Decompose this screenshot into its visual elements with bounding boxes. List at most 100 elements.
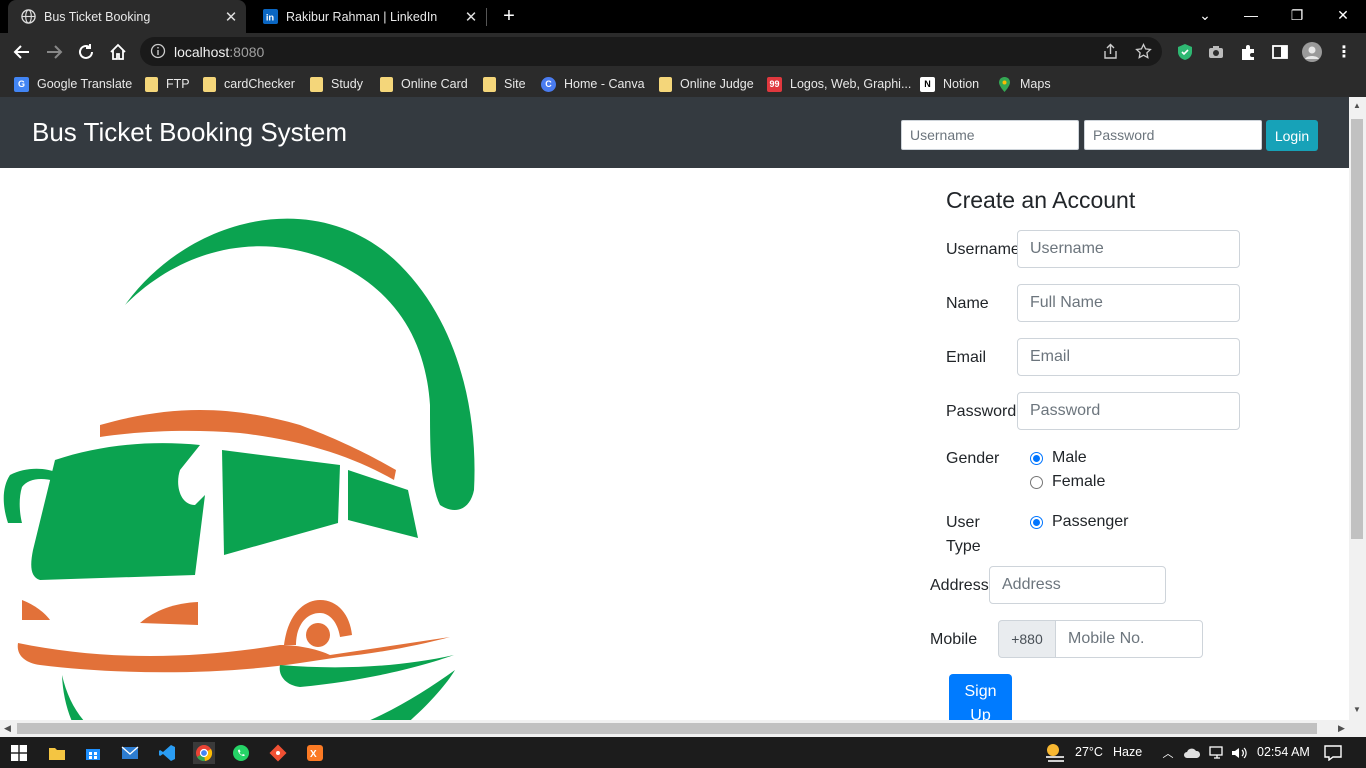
side-panel-icon[interactable]: [1270, 42, 1290, 62]
folder-icon: [145, 76, 158, 92]
chevron-up-icon[interactable]: ︿: [1157, 742, 1179, 764]
scroll-left-icon[interactable]: ◀: [4, 723, 11, 734]
address-bar[interactable]: localhost:8080: [140, 37, 1162, 66]
radio-selected-icon: [1030, 451, 1043, 465]
network-icon[interactable]: [1206, 742, 1228, 764]
user-type-passenger-radio[interactable]: Passenger: [1030, 513, 1129, 531]
xampp-icon[interactable]: X: [304, 742, 326, 764]
sign-up-button[interactable]: Sign Up: [949, 674, 1012, 720]
git-icon[interactable]: [267, 742, 289, 764]
radio-label: Female: [1052, 473, 1106, 490]
bookmark-study[interactable]: Study: [310, 75, 363, 93]
user-type-label-line2: Type: [946, 538, 981, 555]
bookmark-logos[interactable]: 99 Logos, Web, Graphi...: [767, 75, 911, 93]
browser-toolbar: localhost:8080 ⋮: [0, 33, 1366, 71]
bookmark-label: Site: [504, 77, 526, 91]
address-label: Address: [930, 577, 989, 594]
password-input[interactable]: [1017, 392, 1240, 430]
share-icon[interactable]: [1102, 43, 1119, 65]
full-name-input[interactable]: [1017, 284, 1240, 322]
login-button[interactable]: Login: [1266, 120, 1318, 151]
bookmark-ftp[interactable]: FTP: [145, 75, 190, 93]
scroll-right-icon[interactable]: ▶: [1338, 723, 1345, 734]
bookmark-site[interactable]: Site: [483, 75, 526, 93]
menu-kebab-icon[interactable]: ⋮: [1334, 42, 1354, 62]
reload-icon[interactable]: [73, 39, 99, 65]
shield-extension-icon[interactable]: [1175, 42, 1195, 62]
tab-bus-ticket-booking[interactable]: Bus Ticket Booking ✕: [8, 0, 246, 33]
header-username-input[interactable]: [901, 120, 1079, 150]
bookmark-online-judge[interactable]: Online Judge: [659, 75, 754, 93]
chrome-icon[interactable]: [193, 742, 215, 764]
folder-icon: [203, 76, 216, 92]
close-window-button[interactable]: ✕: [1320, 0, 1366, 30]
email-input[interactable]: [1017, 338, 1240, 376]
radio-label: Male: [1052, 449, 1087, 466]
bookmark-label: Study: [331, 77, 363, 91]
header-password-input[interactable]: [1084, 120, 1262, 150]
url-text: localhost:8080: [174, 44, 265, 60]
close-tab-icon[interactable]: ✕: [462, 8, 480, 26]
new-tab-button[interactable]: +: [498, 5, 520, 27]
bookmark-cardchecker[interactable]: cardChecker: [203, 75, 295, 93]
gender-female-radio[interactable]: Female: [1030, 473, 1105, 491]
username-input[interactable]: [1017, 230, 1240, 268]
weather-temperature: 27°C: [1075, 745, 1103, 759]
system-clock[interactable]: 02:54 AM: [1257, 745, 1310, 759]
close-tab-icon[interactable]: ✕: [222, 8, 240, 26]
radio-label: Passenger: [1052, 513, 1129, 530]
whatsapp-icon[interactable]: [230, 742, 252, 764]
gender-male-radio[interactable]: Male: [1030, 449, 1087, 467]
weather-haze-icon[interactable]: [1042, 742, 1068, 764]
windows-start-icon[interactable]: [8, 742, 30, 764]
mobile-input[interactable]: [1055, 620, 1203, 658]
mail-icon[interactable]: [119, 742, 141, 764]
username-label: Username: [946, 241, 1020, 258]
bookmark-label: Google Translate: [37, 77, 133, 91]
home-icon[interactable]: [105, 39, 131, 65]
folder-icon: [659, 76, 672, 92]
bookmark-label: Logos, Web, Graphi...: [790, 77, 912, 91]
bus-logo: [3, 218, 475, 720]
browser-tab-bar: Bus Ticket Booking ✕ in Rakibur Rahman |…: [0, 0, 1366, 33]
bookmark-notion[interactable]: N Notion: [920, 75, 979, 93]
scroll-up-icon[interactable]: ▲: [1353, 101, 1361, 110]
notifications-icon[interactable]: [1322, 742, 1344, 764]
tab-linkedin[interactable]: in Rakibur Rahman | LinkedIn ✕: [250, 0, 486, 33]
minimize-button[interactable]: —: [1228, 0, 1274, 30]
vscode-icon[interactable]: [156, 742, 178, 764]
bookmark-label: Notion: [943, 77, 980, 91]
profile-avatar[interactable]: [1302, 42, 1322, 62]
store-icon[interactable]: [82, 742, 104, 764]
vertical-scrollbar[interactable]: ▲ ▼: [1349, 97, 1366, 720]
volume-icon[interactable]: [1228, 742, 1250, 764]
bookmark-star-icon[interactable]: [1135, 42, 1152, 65]
bookmark-online-card[interactable]: Online Card: [380, 75, 468, 93]
restore-button[interactable]: ❐: [1274, 0, 1320, 30]
camera-extension-icon[interactable]: [1206, 42, 1226, 62]
svg-text:in: in: [265, 13, 274, 23]
bookmark-google-translate[interactable]: G Google Translate: [14, 75, 132, 93]
gender-label: Gender: [946, 450, 1000, 467]
scroll-down-icon[interactable]: ▼: [1353, 705, 1361, 714]
maps-icon: [997, 76, 1012, 92]
back-icon[interactable]: [9, 39, 35, 65]
onedrive-cloud-icon[interactable]: [1181, 742, 1203, 764]
vertical-scroll-thumb[interactable]: [1351, 119, 1363, 539]
canva-icon: C: [541, 76, 556, 92]
99designs-icon: 99: [767, 76, 782, 92]
horizontal-scrollbar[interactable]: ◀ ▶: [0, 720, 1366, 737]
name-label: Name: [946, 295, 989, 312]
file-explorer-icon[interactable]: [46, 742, 68, 764]
extensions-puzzle-icon[interactable]: [1238, 42, 1258, 62]
horizontal-scroll-thumb[interactable]: [17, 723, 1317, 734]
site-info-icon[interactable]: [150, 43, 166, 64]
bookmark-maps[interactable]: Maps: [997, 75, 1051, 93]
email-label: Email: [946, 349, 987, 366]
radio-selected-icon: [1030, 515, 1043, 529]
mobile-label: Mobile: [930, 631, 978, 648]
bookmark-canva[interactable]: C Home - Canva: [541, 75, 645, 93]
address-input[interactable]: [989, 566, 1166, 604]
tab-search-icon[interactable]: ⌄: [1182, 0, 1228, 30]
forward-icon[interactable]: [41, 39, 67, 65]
